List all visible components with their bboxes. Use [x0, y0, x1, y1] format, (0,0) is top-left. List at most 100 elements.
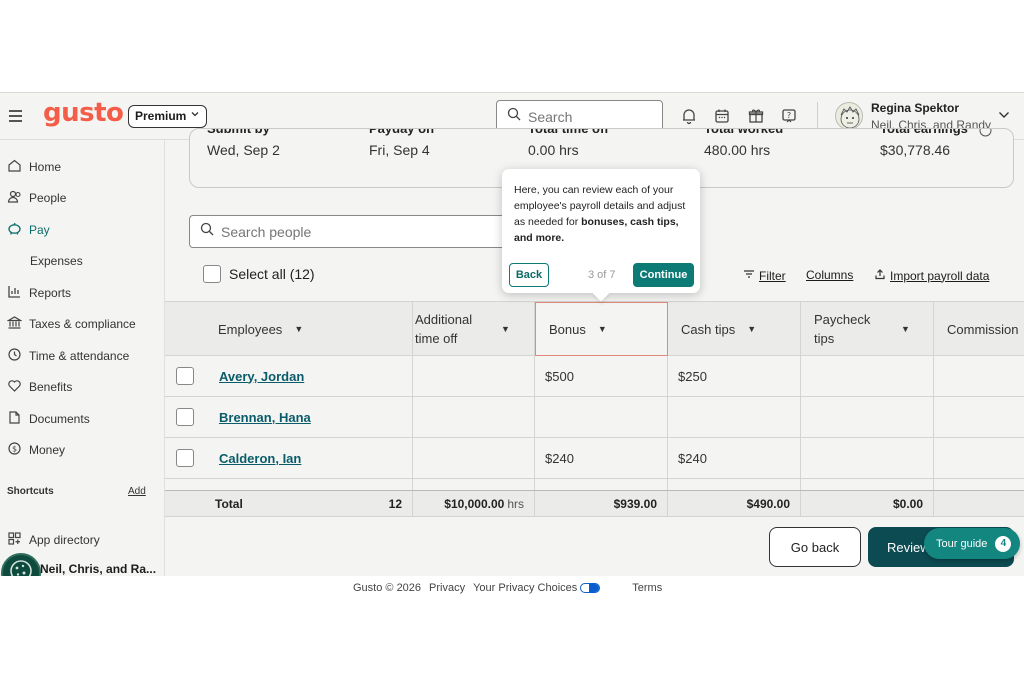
summary-total-worked: Total worked 480.00 hrs [704, 128, 784, 158]
time-off-cell[interactable] [413, 438, 535, 478]
help-icon[interactable]: ? [780, 107, 798, 125]
total-time-off-unit: hrs [507, 497, 524, 511]
menu-icon[interactable] [9, 110, 22, 122]
column-header-commission[interactable]: Commission [934, 302, 1024, 356]
calendar-icon[interactable] [713, 107, 731, 125]
sort-arrow-icon: ▼ [747, 324, 757, 334]
bank-icon [6, 315, 23, 333]
company-switcher[interactable]: Neil, Chris, and Ra... [40, 562, 156, 576]
privacy-choices-link[interactable]: Your Privacy Choices [473, 582, 601, 594]
columns-button[interactable]: Columns [806, 268, 853, 282]
sidebar-item-label: Home [29, 160, 62, 174]
bonus-cell[interactable] [535, 397, 668, 437]
privacy-choices-icon [580, 583, 601, 594]
upload-icon [874, 268, 886, 283]
employee-link[interactable]: Calderon, Ian [219, 451, 301, 466]
paycheck-tips-cell[interactable] [801, 438, 934, 478]
cash-tips-cell[interactable] [668, 397, 801, 437]
tour-count-badge: 4 [995, 535, 1012, 552]
search-icon [507, 107, 521, 126]
paycheck-tips-cell[interactable] [801, 356, 934, 396]
tour-guide-button[interactable]: Tour guide 4 [924, 528, 1020, 559]
select-all-checkbox[interactable] [203, 265, 221, 283]
import-payroll-button[interactable]: Import payroll data [874, 268, 989, 283]
popover-back-button[interactable]: Back [509, 263, 549, 287]
total-count: 12 [388, 497, 402, 511]
sidebar-item-label: Taxes & compliance [29, 317, 136, 331]
column-header-cash-tips[interactable]: Cash tips ▼ [668, 302, 801, 356]
select-all-label: Select all (12) [229, 266, 315, 282]
gift-icon[interactable] [747, 107, 765, 125]
screenshot-frame: gusto Premium ? Regina Spekt [0, 92, 1024, 600]
gusto-app: gusto Premium ? Regina Spekt [0, 92, 1024, 576]
column-header-employees[interactable]: Employees ▼ [165, 302, 413, 356]
cash-tips-cell[interactable]: $240 [668, 438, 801, 478]
cash-tips-cell[interactable]: $250 [668, 356, 801, 396]
bell-icon[interactable] [680, 107, 698, 125]
sidebar-item-app-directory[interactable]: App directory [7, 530, 100, 550]
column-header-bonus[interactable]: Bonus ▼ [535, 302, 668, 356]
commission-cell[interactable] [934, 356, 1024, 396]
sidebar-item-money[interactable]: $ Money [7, 440, 65, 460]
info-icon[interactable] [979, 129, 992, 142]
table-row: Brennan, Hana [165, 397, 1024, 438]
tour-guide-label: Tour guide [936, 537, 988, 550]
summary-total-earnings: Total earnings $30,778.46 [880, 128, 968, 158]
popover-continue-button[interactable]: Continue [633, 263, 694, 287]
sidebar-item-label: People [29, 191, 67, 205]
sidebar-item-taxes[interactable]: Taxes & compliance [6, 314, 136, 334]
chevron-down-icon [190, 106, 200, 127]
heart-icon [7, 378, 22, 396]
plan-label: Premium [135, 109, 187, 123]
filter-label: Filter [759, 268, 786, 283]
total-bonus: $939.00 [535, 491, 668, 517]
sidebar-item-reports[interactable]: Reports [7, 283, 71, 303]
avatar[interactable] [835, 102, 863, 130]
cookie-icon [8, 558, 34, 576]
gusto-logo[interactable]: gusto [43, 98, 124, 128]
time-off-cell[interactable] [413, 356, 535, 396]
privacy-link[interactable]: Privacy [429, 582, 465, 594]
sidebar-item-benefits[interactable]: Benefits [7, 377, 72, 397]
global-search-input[interactable] [528, 108, 648, 125]
table-row: Calderon, Ian $240 $240 [165, 438, 1024, 479]
commission-cell[interactable] [934, 438, 1024, 478]
sort-arrow-icon: ▼ [501, 323, 510, 334]
chevron-down-icon[interactable] [997, 108, 1011, 122]
search-people-input[interactable] [221, 223, 481, 240]
sidebar-item-label: Expenses [30, 254, 83, 268]
summary-payday: Payday on Fri, Sep 4 [369, 128, 435, 158]
filter-button[interactable]: Filter [743, 268, 786, 283]
add-shortcut-link[interactable]: Add [128, 486, 146, 497]
sort-arrow-icon: ▼ [294, 324, 304, 334]
bonus-cell[interactable]: $500 [535, 356, 668, 396]
column-header-paycheck-tips[interactable]: Paycheck tips ▼ [801, 302, 934, 356]
employee-link[interactable]: Brennan, Hana [219, 410, 311, 425]
column-header-additional-time-off[interactable]: Additional time off ▼ [413, 302, 535, 356]
search-people[interactable] [189, 215, 509, 248]
tour-popover: Here, you can review each of your employ… [502, 169, 700, 293]
popover-text: Here, you can review each of your employ… [514, 184, 686, 244]
plan-dropdown[interactable]: Premium [128, 105, 208, 128]
sidebar-item-time[interactable]: Time & attendance [7, 346, 129, 366]
select-all[interactable]: Select all (12) [203, 265, 315, 283]
sidebar-item-home[interactable]: Home [7, 157, 61, 177]
user-name[interactable]: Regina Spektor [871, 101, 959, 115]
sidebar-item-people[interactable]: People [7, 188, 66, 208]
bonus-cell[interactable]: $240 [535, 438, 668, 478]
sidebar-item-documents[interactable]: Documents [7, 409, 90, 429]
go-back-button[interactable]: Go back [769, 527, 861, 567]
sidebar-item-label: Time & attendance [29, 349, 130, 363]
terms-link[interactable]: Terms [632, 582, 662, 594]
commission-cell[interactable] [934, 397, 1024, 437]
people-icon [7, 189, 22, 207]
copyright: Gusto © 2026 [353, 582, 422, 594]
total-label: Total [215, 497, 243, 511]
time-off-cell[interactable] [413, 397, 535, 437]
employee-link[interactable]: Avery, Jordan [219, 369, 304, 384]
sidebar-item-expenses[interactable]: Expenses [30, 251, 83, 271]
paycheck-tips-cell[interactable] [801, 397, 934, 437]
sidebar-item-label: Pay [29, 223, 50, 237]
sidebar-item-pay[interactable]: Pay [7, 220, 50, 240]
svg-text:$: $ [12, 445, 17, 454]
